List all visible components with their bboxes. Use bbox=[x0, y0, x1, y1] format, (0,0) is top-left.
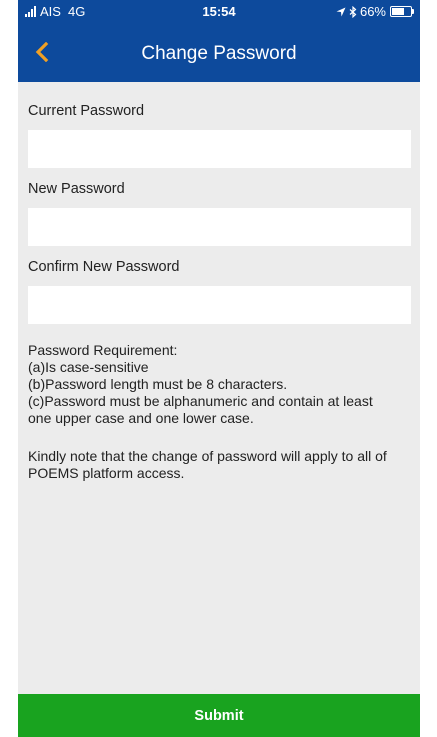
phone-screen: AIS 4G 15:54 66% Change Password Current… bbox=[18, 0, 420, 737]
confirm-password-label: Confirm New Password bbox=[28, 259, 180, 275]
page-title: Change Password bbox=[141, 43, 297, 64]
status-bar: AIS 4G 15:54 66% bbox=[18, 0, 420, 24]
new-password-input[interactable] bbox=[28, 208, 411, 246]
current-password-input[interactable] bbox=[28, 130, 411, 168]
battery-icon bbox=[390, 6, 414, 17]
battery-percent: 66% bbox=[359, 4, 386, 19]
requirement-line: (b)Password length must be 8 characters. bbox=[28, 376, 288, 392]
confirm-password-input[interactable] bbox=[28, 286, 411, 324]
requirements-heading: Password Requirement: bbox=[28, 342, 178, 358]
back-button[interactable] bbox=[26, 36, 58, 68]
requirement-line: (a)Is case-sensitive bbox=[28, 359, 149, 375]
notice-line: Kindly note that the change of password … bbox=[28, 448, 387, 464]
requirement-line: (c)Password must be alphanumeric and con… bbox=[28, 393, 373, 409]
new-password-label: New Password bbox=[28, 181, 125, 197]
chevron-left-icon bbox=[35, 42, 49, 62]
notice-line: POEMS platform access. bbox=[28, 465, 185, 481]
submit-button[interactable]: Submit bbox=[18, 694, 420, 737]
navigation-bar: Change Password bbox=[18, 24, 420, 82]
requirement-line: one upper case and one lower case. bbox=[28, 410, 254, 426]
status-indicators: 66% bbox=[336, 4, 414, 19]
bluetooth-icon bbox=[349, 5, 357, 18]
location-arrow-icon bbox=[336, 7, 346, 17]
platform-notice: Kindly note that the change of password … bbox=[28, 448, 412, 482]
current-password-label: Current Password bbox=[28, 103, 145, 119]
password-requirements: Password Requirement: (a)Is case-sensiti… bbox=[28, 342, 412, 427]
